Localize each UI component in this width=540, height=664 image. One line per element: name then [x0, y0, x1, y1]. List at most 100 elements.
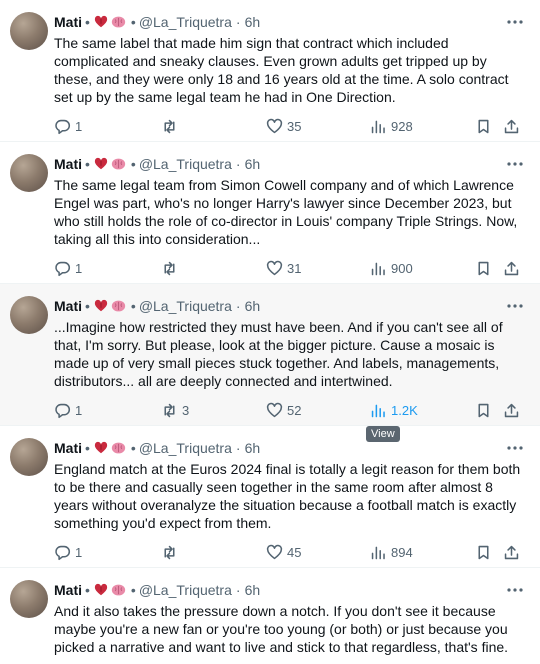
retweet-button[interactable] — [161, 540, 182, 564]
tweet-feed: Mati • • @La_Triquetra · 6h The same lab… — [0, 0, 540, 664]
tweet-text: And it also takes the pressure down a no… — [54, 603, 509, 655]
timestamp[interactable]: 6h — [245, 156, 261, 172]
reply-icon — [55, 261, 70, 276]
reply-icon — [55, 403, 70, 418]
timestamp[interactable]: 6h — [245, 582, 261, 598]
bookmark-icon — [478, 261, 489, 275]
user-handle[interactable]: @La_Triquetra — [139, 582, 232, 598]
like-button[interactable]: 45 — [266, 540, 301, 564]
display-name[interactable]: Mati — [54, 14, 82, 30]
views-button[interactable]: 900 — [370, 256, 413, 280]
avatar[interactable] — [10, 438, 48, 476]
avatar[interactable] — [10, 12, 48, 50]
reply-button[interactable]: 1 — [54, 256, 82, 280]
reply-icon — [55, 119, 70, 134]
share-button[interactable] — [503, 398, 520, 422]
like-button[interactable]: 52 — [266, 398, 301, 422]
bookmark-button[interactable] — [475, 256, 492, 280]
heart-emoji-icon — [94, 583, 108, 596]
views-tooltip: View — [366, 426, 400, 442]
like-icon — [266, 118, 283, 133]
tweet-header: Mati • • @La_Triquetra · 6h — [54, 296, 526, 316]
more-icon[interactable] — [504, 580, 526, 600]
retweet-button[interactable] — [161, 114, 182, 138]
share-icon — [504, 403, 519, 417]
heart-emoji-icon — [94, 157, 108, 170]
tweet[interactable]: Mati • • @La_Triquetra · 6h England matc… — [0, 426, 540, 568]
tweet[interactable]: Mati • • @La_Triquetra · 6h The same lab… — [0, 0, 540, 142]
share-button[interactable] — [503, 256, 520, 280]
more-icon[interactable] — [504, 438, 526, 458]
tweet-header: Mati • • @La_Triquetra · 6h — [54, 154, 526, 174]
tweet-header: Mati • • @La_Triquetra · 6h — [54, 580, 526, 600]
tweet-actions: 1 45 894 — [0, 540, 540, 564]
heart-emoji-icon — [94, 299, 108, 312]
retweet-icon — [164, 119, 175, 133]
bookmark-icon — [478, 119, 489, 133]
display-name[interactable]: Mati — [54, 298, 82, 314]
heart-emoji-icon — [94, 15, 108, 28]
avatar[interactable] — [10, 580, 48, 618]
timestamp[interactable]: 6h — [245, 14, 261, 30]
views-icon — [371, 404, 385, 417]
heart-emoji-icon — [94, 441, 108, 454]
more-icon[interactable] — [504, 12, 526, 32]
views-button[interactable]: 928 — [370, 114, 413, 138]
retweet-button[interactable]: 3 — [161, 398, 189, 422]
share-button[interactable] — [503, 114, 520, 138]
user-handle[interactable]: @La_Triquetra — [139, 14, 232, 30]
bookmark-button[interactable] — [475, 398, 492, 422]
avatar[interactable] — [10, 296, 48, 334]
like-count: 45 — [287, 544, 302, 560]
views-button[interactable]: 894 — [370, 540, 413, 564]
reply-button[interactable]: 1 — [54, 114, 82, 138]
retweet-button[interactable] — [161, 256, 182, 280]
like-button[interactable]: 31 — [266, 256, 301, 280]
display-name[interactable]: Mati — [54, 440, 82, 456]
display-name[interactable]: Mati — [54, 156, 82, 172]
bookmark-button[interactable] — [475, 114, 492, 138]
views-icon — [371, 262, 385, 275]
like-count: 35 — [287, 118, 302, 134]
reply-count: 1 — [75, 118, 83, 134]
tweet[interactable]: Mati • • @La_Triquetra · 6h The same leg… — [0, 142, 540, 284]
share-icon — [504, 261, 519, 275]
retweet-icon — [164, 261, 175, 275]
tweet[interactable]: Mati • • @La_Triquetra · 6h And it also … — [0, 568, 540, 664]
views-count: 894 — [391, 544, 413, 560]
timestamp[interactable]: 6h — [245, 440, 261, 456]
more-icon[interactable] — [504, 296, 526, 316]
retweet-icon — [164, 545, 175, 559]
reply-button[interactable]: 1 — [54, 398, 82, 422]
bookmark-icon — [478, 403, 489, 417]
tweet[interactable]: Mati • • @La_Triquetra · 6h ...Imagine h… — [0, 284, 540, 426]
reply-count: 1 — [75, 402, 83, 418]
display-name[interactable]: Mati — [54, 582, 82, 598]
brain-emoji-icon — [111, 158, 126, 170]
tweet-actions: 1 35 928 — [0, 114, 540, 138]
bookmark-button[interactable] — [475, 540, 492, 564]
reply-button[interactable]: 1 — [54, 540, 82, 564]
user-handle[interactable]: @La_Triquetra — [139, 298, 232, 314]
tweet-actions: 1 3 52 1.2K — [0, 398, 540, 422]
tweet-text: ...Imagine how restricted they must have… — [54, 319, 503, 389]
brain-emoji-icon — [111, 442, 126, 454]
views-icon — [371, 546, 385, 559]
more-icon[interactable] — [504, 154, 526, 174]
reply-count: 1 — [75, 544, 83, 560]
tweet-text: The same label that made him sign that c… — [54, 35, 509, 105]
tweet-header: Mati • • @La_Triquetra · 6h — [54, 12, 526, 32]
views-count: 1.2K — [391, 402, 418, 418]
timestamp[interactable]: 6h — [245, 298, 261, 314]
avatar[interactable] — [10, 154, 48, 192]
brain-emoji-icon — [111, 584, 126, 596]
like-button[interactable]: 35 — [266, 114, 301, 138]
like-count: 31 — [287, 260, 302, 276]
share-button[interactable] — [503, 540, 520, 564]
user-handle[interactable]: @La_Triquetra — [139, 156, 232, 172]
retweet-icon — [164, 403, 175, 417]
brain-emoji-icon — [111, 16, 126, 28]
bookmark-icon — [478, 545, 489, 559]
views-button[interactable]: 1.2K — [370, 398, 418, 422]
user-handle[interactable]: @La_Triquetra — [139, 440, 232, 456]
